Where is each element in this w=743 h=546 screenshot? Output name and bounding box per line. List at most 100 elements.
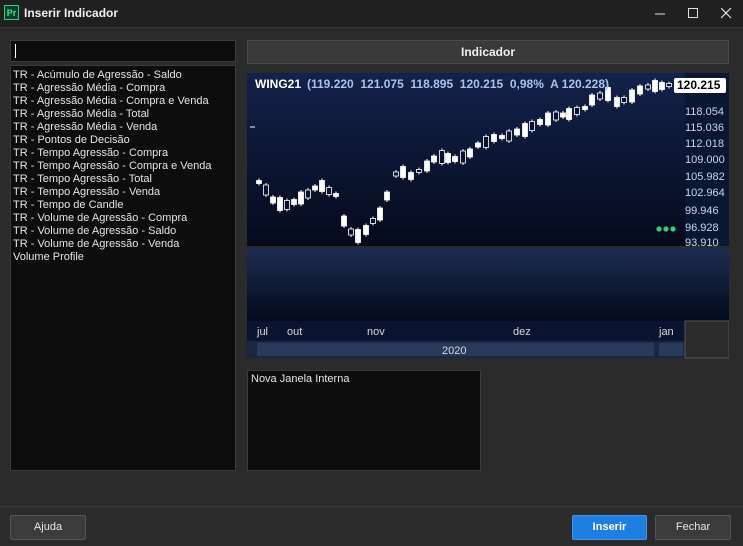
- candle-body: [522, 123, 528, 137]
- indicator-list-item[interactable]: Volume Profile: [11, 251, 235, 264]
- candle-body: [467, 148, 473, 158]
- candle-body: [319, 180, 325, 192]
- candle-body: [537, 119, 543, 125]
- indicator-list-item[interactable]: TR - Tempo Agressão - Compra e Venda: [11, 160, 235, 173]
- candle-body: [475, 142, 481, 148]
- indicator-list-item[interactable]: TR - Volume de Agressão - Compra: [11, 212, 235, 225]
- chart-quote: (119.220 121.075 118.895 120.215 0,98% A…: [307, 77, 609, 91]
- indicator-list-item[interactable]: TR - Agressão Média - Venda: [11, 121, 235, 134]
- close-button[interactable]: [710, 0, 743, 27]
- candle-body: [545, 112, 551, 126]
- candle-body: [270, 196, 276, 204]
- text-caret: [15, 44, 16, 58]
- candle-body: [614, 97, 620, 107]
- candle-body: [298, 191, 304, 205]
- candle-body: [439, 150, 445, 164]
- close-dialog-button[interactable]: Fechar: [655, 515, 731, 540]
- indicator-list-item[interactable]: TR - Agressão Média - Compra: [11, 82, 235, 95]
- chart-svg: WING21 (119.220 121.075 118.895 120.215 …: [247, 73, 729, 359]
- indicator-list-item[interactable]: TR - Tempo Agressão - Total: [11, 173, 235, 186]
- minimize-button[interactable]: [644, 0, 677, 27]
- candle-body: [659, 82, 665, 90]
- candle-body: [506, 130, 512, 142]
- indicator-list-item[interactable]: TR - Volume de Agressão - Venda: [11, 238, 235, 251]
- price-axis-label: 93.910: [685, 237, 719, 249]
- indicator-list-item[interactable]: TR - Acúmulo de Agressão - Saldo: [11, 69, 235, 82]
- candle-body: [408, 172, 414, 180]
- candle-body: [629, 89, 635, 103]
- candle-body: [370, 218, 376, 224]
- month-label: jul: [256, 326, 268, 338]
- candle-body: [514, 128, 520, 136]
- indicator-list[interactable]: TR - Acúmulo de Agressão - Saldo TR - Agr…: [10, 65, 236, 471]
- internal-window-box[interactable]: Nova Janela Interna: [247, 370, 481, 471]
- candle-body: [355, 229, 361, 243]
- year-scroll-bar-next[interactable]: [659, 343, 683, 356]
- maximize-button[interactable]: [677, 0, 710, 27]
- candle-body: [589, 94, 595, 106]
- app-logo-icon: Pr: [4, 5, 19, 20]
- insert-button[interactable]: Inserir: [572, 515, 647, 540]
- candle-body: [529, 121, 535, 131]
- price-axis-label: 109.000: [685, 154, 725, 166]
- candle-body: [566, 108, 572, 120]
- candle-body: [400, 166, 406, 178]
- chart-symbol: WING21: [255, 77, 301, 91]
- indicator-list-item[interactable]: TR - Agressão Média - Compra e Venda: [11, 95, 235, 108]
- candle-body: [491, 134, 497, 142]
- volume-pane: [247, 248, 729, 321]
- candle-body: [452, 156, 458, 162]
- candle-body: [284, 200, 290, 210]
- month-label: nov: [367, 326, 385, 338]
- last-price: 120.215: [677, 78, 721, 92]
- internal-window-label: Nova Janela Interna: [251, 373, 350, 385]
- price-axis-label: 118.054: [685, 106, 724, 118]
- chart-preview: WING21 (119.220 121.075 118.895 120.215 …: [247, 73, 729, 361]
- indicator-header: Indicador: [247, 40, 729, 64]
- search-input[interactable]: [10, 40, 236, 62]
- indicator-list-item[interactable]: TR - Agressão Média - Total: [11, 108, 235, 121]
- indicator-list-item[interactable]: TR - Pontos de Decisão: [11, 134, 235, 147]
- candle-body: [333, 193, 339, 197]
- candle-body: [305, 189, 311, 199]
- candle-body: [277, 197, 283, 211]
- maximize-icon: [688, 8, 698, 18]
- candle-body: [560, 112, 566, 118]
- candle-body: [291, 199, 297, 205]
- year-label: 2020: [442, 345, 466, 357]
- candle-body: [483, 136, 489, 148]
- candle-body: [377, 207, 383, 221]
- axis-corner: [684, 320, 729, 359]
- month-label: out: [287, 326, 302, 338]
- indicator-list-item[interactable]: TR - Tempo Agressão - Venda: [11, 186, 235, 199]
- candle-body: [384, 191, 390, 201]
- candle-body: [445, 153, 451, 163]
- candle-body: [348, 228, 354, 236]
- month-label: dez: [513, 326, 531, 338]
- candle-body: [416, 169, 422, 173]
- candle-body: [621, 97, 627, 103]
- candle-body: [645, 84, 651, 90]
- candle-body: [263, 184, 269, 196]
- status-dot: [663, 226, 669, 232]
- candle-body: [312, 185, 318, 191]
- status-dot: [656, 226, 662, 232]
- candle-body: [431, 155, 437, 163]
- footer-divider: [0, 506, 743, 507]
- candle-body: [256, 180, 262, 184]
- candle-body: [574, 107, 580, 115]
- close-icon: [721, 8, 732, 19]
- minimize-icon: [655, 13, 665, 15]
- month-axis: [247, 321, 685, 341]
- help-button[interactable]: Ajuda: [10, 515, 86, 540]
- candle-body: [363, 225, 369, 235]
- indicator-list-item[interactable]: TR - Tempo Agressão - Compra: [11, 147, 235, 160]
- candle-body: [582, 106, 588, 110]
- price-axis-label: 105.982: [685, 171, 725, 183]
- candle-body: [637, 85, 643, 95]
- status-dot: [670, 226, 676, 232]
- candle-body: [597, 92, 603, 100]
- candle-body: [652, 80, 658, 92]
- indicator-list-item[interactable]: TR - Tempo de Candle: [11, 199, 235, 212]
- indicator-list-item[interactable]: TR - Volume de Agressão - Saldo: [11, 225, 235, 238]
